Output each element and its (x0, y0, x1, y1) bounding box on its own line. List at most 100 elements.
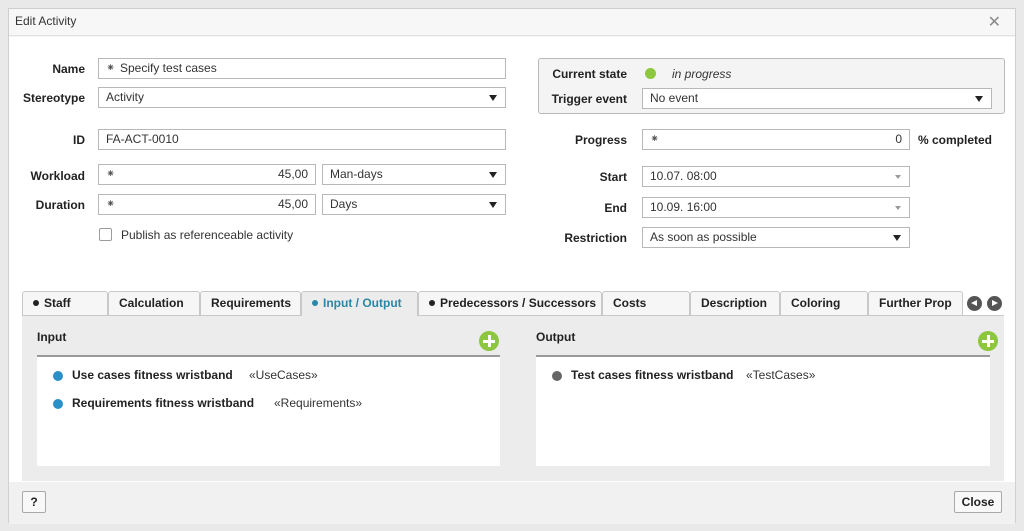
chevron-down-icon (893, 235, 901, 241)
current-state-label: Current state (552, 67, 627, 81)
output-name: Test cases fitness wristband (571, 368, 734, 382)
start-value: 10.07. 08:00 (650, 169, 717, 183)
artifact-dot-icon (53, 399, 63, 409)
scroll-left-icon[interactable] (967, 296, 982, 311)
restriction-value: As soon as possible (650, 230, 757, 244)
id-value: FA-ACT-0010 (106, 132, 179, 146)
chevron-down-icon (489, 172, 497, 178)
output-stereotype: «TestCases» (746, 368, 816, 382)
progress-value: 0 (895, 132, 902, 146)
edit-activity-dialog: Edit Activity ✕ Name ⁕ Specify test case… (8, 8, 1016, 524)
add-output-icon[interactable] (978, 331, 998, 351)
tab-description[interactable]: Description (690, 291, 780, 315)
publish-checkbox[interactable] (99, 228, 112, 241)
close-button[interactable]: Close (954, 491, 1002, 513)
tab-calculation[interactable]: Calculation (108, 291, 200, 315)
tab-label: Input / Output (323, 296, 402, 310)
input-list: Use cases fitness wristband «UseCases» R… (37, 355, 500, 466)
tab-further-properties[interactable]: Further Prop (868, 291, 963, 315)
bullet-icon (312, 299, 318, 306)
workload-unit-select[interactable]: Man-days (322, 164, 506, 185)
input-name: Requirements fitness wristband (72, 396, 255, 410)
chevron-down-icon (975, 96, 983, 102)
duration-input[interactable]: ⁕ 45,00 (98, 194, 316, 215)
close-icon[interactable]: ✕ (988, 12, 1001, 32)
tab-input-output[interactable]: Input / Output (301, 291, 418, 316)
end-value: 10.09. 16:00 (650, 200, 717, 214)
required-icon: ⁕ (650, 133, 660, 145)
tab-label: Staff (44, 296, 71, 310)
input-title: Input (37, 330, 67, 344)
workload-input[interactable]: ⁕ 45,00 (98, 164, 316, 185)
chevron-down-icon[interactable] (895, 175, 901, 179)
tab-requirements[interactable]: Requirements (200, 291, 301, 315)
input-stereotype: «Requirements» (274, 396, 363, 410)
current-state-value: in progress (672, 67, 732, 81)
tab-label: Coloring (791, 296, 841, 310)
output-list: Test cases fitness wristband «TestCases» (536, 355, 990, 466)
list-item[interactable]: Requirements fitness wristband «Requirem… (37, 395, 500, 413)
name-value: Specify test cases (120, 61, 217, 75)
workload-unit-value: Man-days (330, 167, 383, 181)
artifact-dot-icon (552, 371, 562, 381)
input-stereotype: «UseCases» (249, 368, 318, 382)
tab-staff[interactable]: Staff (22, 291, 108, 315)
progress-suffix: % completed (918, 133, 993, 147)
tab-label: Requirements (211, 296, 292, 310)
progress-input[interactable]: ⁕ 0 (642, 129, 910, 150)
tab-coloring[interactable]: Coloring (780, 291, 868, 315)
publish-label: Publish as referenceable activity (121, 228, 294, 242)
dialog-footer: ? Close (9, 482, 1015, 524)
input-output-panel: Input Use cases fitness wristband «UseCa… (22, 315, 1004, 481)
status-dot-icon (645, 68, 656, 79)
tab-predecessors-successors[interactable]: Predecessors / Successors (418, 291, 602, 315)
end-label: End (604, 201, 627, 215)
start-date-input[interactable]: 10.07. 08:00 (642, 166, 910, 187)
tab-label: Predecessors / Successors (440, 296, 597, 310)
output-title: Output (536, 330, 576, 344)
required-icon: ⁕ (106, 62, 116, 74)
list-item[interactable]: Use cases fitness wristband «UseCases» (37, 367, 500, 385)
name-label: Name (52, 62, 85, 76)
tab-label: Further Prop (879, 296, 952, 310)
duration-value: 45,00 (277, 197, 308, 211)
restriction-select[interactable]: As soon as possible (642, 227, 910, 248)
form-area: Name ⁕ Specify test cases Stereotype Act… (9, 37, 1015, 482)
progress-label: Progress (574, 133, 627, 147)
tab-label: Calculation (119, 296, 184, 310)
tab-label: Costs (613, 296, 647, 310)
restriction-label: Restriction (564, 231, 627, 245)
tab-label: Description (701, 296, 768, 310)
scroll-right-icon[interactable] (987, 296, 1002, 311)
help-button[interactable]: ? (22, 491, 46, 513)
artifact-dot-icon (53, 371, 63, 381)
name-input[interactable]: ⁕ Specify test cases (98, 58, 506, 79)
id-input[interactable]: FA-ACT-0010 (98, 129, 506, 150)
duration-unit-select[interactable]: Days (322, 194, 506, 215)
tab-costs[interactable]: Costs (602, 291, 690, 315)
start-label: Start (599, 170, 627, 184)
input-name: Use cases fitness wristband (72, 368, 233, 382)
duration-label: Duration (35, 198, 85, 212)
bullet-icon (429, 299, 435, 306)
trigger-event-value: No event (650, 91, 699, 105)
add-input-icon[interactable] (479, 331, 499, 351)
dialog-title: Edit Activity (15, 14, 77, 28)
chevron-down-icon[interactable] (895, 206, 901, 210)
duration-unit-value: Days (330, 197, 358, 211)
trigger-event-label: Trigger event (551, 92, 627, 106)
workload-label: Workload (30, 169, 85, 183)
tab-container: Staff Calculation Requirements Input / O… (22, 291, 1004, 481)
end-date-input[interactable]: 10.09. 16:00 (642, 197, 910, 218)
trigger-event-select[interactable]: No event (642, 88, 992, 109)
required-icon: ⁕ (106, 168, 116, 180)
required-icon: ⁕ (106, 198, 116, 210)
state-panel: Current state in progress Trigger event … (538, 58, 1005, 114)
stereotype-select[interactable]: Activity (98, 87, 506, 108)
chevron-down-icon (489, 202, 497, 208)
list-item[interactable]: Test cases fitness wristband «TestCases» (536, 367, 990, 385)
chevron-down-icon (489, 95, 497, 101)
bullet-icon (33, 299, 39, 306)
stereotype-value: Activity (106, 90, 145, 104)
id-label: ID (73, 133, 85, 147)
